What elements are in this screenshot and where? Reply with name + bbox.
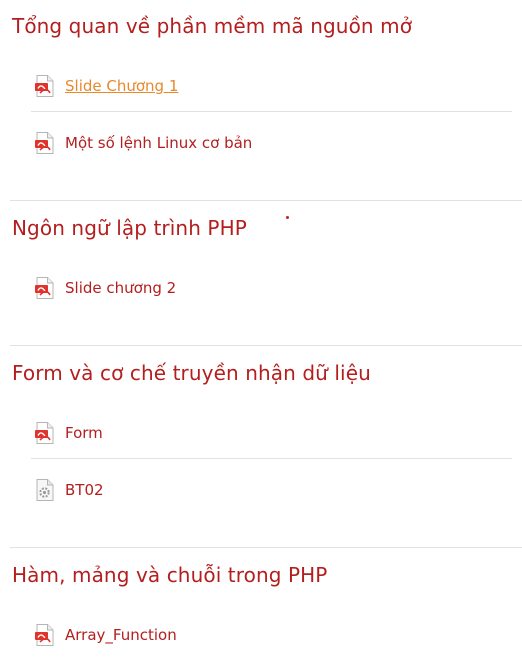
section-title: Hàm, mảng và chuỗi trong PHP xyxy=(12,563,328,587)
pdf-icon xyxy=(34,276,56,300)
section-divider xyxy=(10,547,522,548)
pdf-icon xyxy=(34,421,56,445)
pdf-icon xyxy=(34,74,56,98)
pdf-icon xyxy=(34,131,56,155)
resource-link[interactable]: BT02 xyxy=(65,481,104,499)
list-item[interactable]: Slide chương 2 xyxy=(32,274,512,302)
list-item[interactable]: Array_Function xyxy=(32,621,512,649)
resource-link[interactable]: Slide Chương 1 xyxy=(65,77,178,95)
resource-link[interactable]: Array_Function xyxy=(65,626,177,644)
section-title: Ngôn ngữ lập trình PHP xyxy=(12,216,247,240)
section-title: Tổng quan về phần mềm mã nguồn mở xyxy=(12,14,413,38)
list-item[interactable]: BT02 xyxy=(32,476,512,504)
pdf-icon xyxy=(34,623,56,647)
list-item[interactable]: Một số lệnh Linux cơ bản xyxy=(32,129,512,157)
resource-link[interactable]: Slide chương 2 xyxy=(65,279,176,297)
item-divider xyxy=(31,458,512,459)
resource-link[interactable]: Form xyxy=(65,424,103,442)
item-divider xyxy=(31,111,512,112)
section-divider xyxy=(10,200,522,201)
resource-link[interactable]: Một số lệnh Linux cơ bản xyxy=(65,134,252,152)
list-item[interactable]: Form xyxy=(32,419,512,447)
list-item[interactable]: Slide Chương 1 xyxy=(32,72,512,100)
generic-file-icon xyxy=(34,478,56,502)
section-divider xyxy=(10,345,522,346)
section-title: Form và cơ chế truyền nhận dữ liệu xyxy=(12,361,371,385)
decorative-dot xyxy=(286,216,289,219)
